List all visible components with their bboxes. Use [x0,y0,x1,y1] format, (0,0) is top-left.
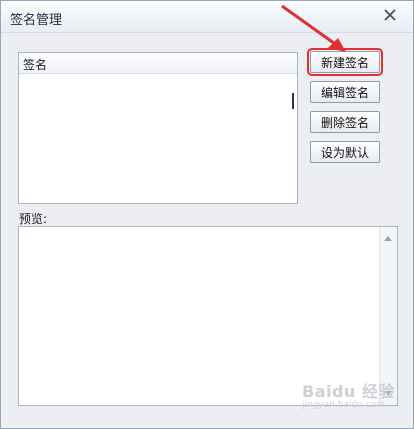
dialog-title: 签名管理 [10,13,63,28]
watermark-subtext: jingyan.baidu.com [302,400,386,410]
list-column-header[interactable]: 签名 [19,53,297,74]
watermark: Baidu 经验 jingyan.baidu.com [296,376,396,416]
column-header-label: 签名 [23,58,48,72]
edit-signature-button[interactable]: 编辑签名 [310,81,380,103]
title-bar: 签名管理 [1,1,413,33]
signature-list[interactable]: 签名 [18,52,298,204]
signature-list-rows[interactable] [19,74,297,202]
list-cursor-mark [292,93,294,109]
set-default-button[interactable]: 设为默认 [310,141,380,163]
close-icon [384,9,396,21]
scroll-up-arrow-icon[interactable] [384,236,392,241]
close-button[interactable] [380,5,400,25]
watermark-text: Baidu 经验 [302,382,395,401]
new-signature-button[interactable]: 新建签名 [307,48,383,76]
delete-signature-button[interactable]: 删除签名 [310,111,380,133]
preview-label: 预览: [19,212,48,226]
signature-manager-dialog: 签名管理 签名 新建签名 编辑签名 删除签名 设为默认 预览: [0,0,414,429]
